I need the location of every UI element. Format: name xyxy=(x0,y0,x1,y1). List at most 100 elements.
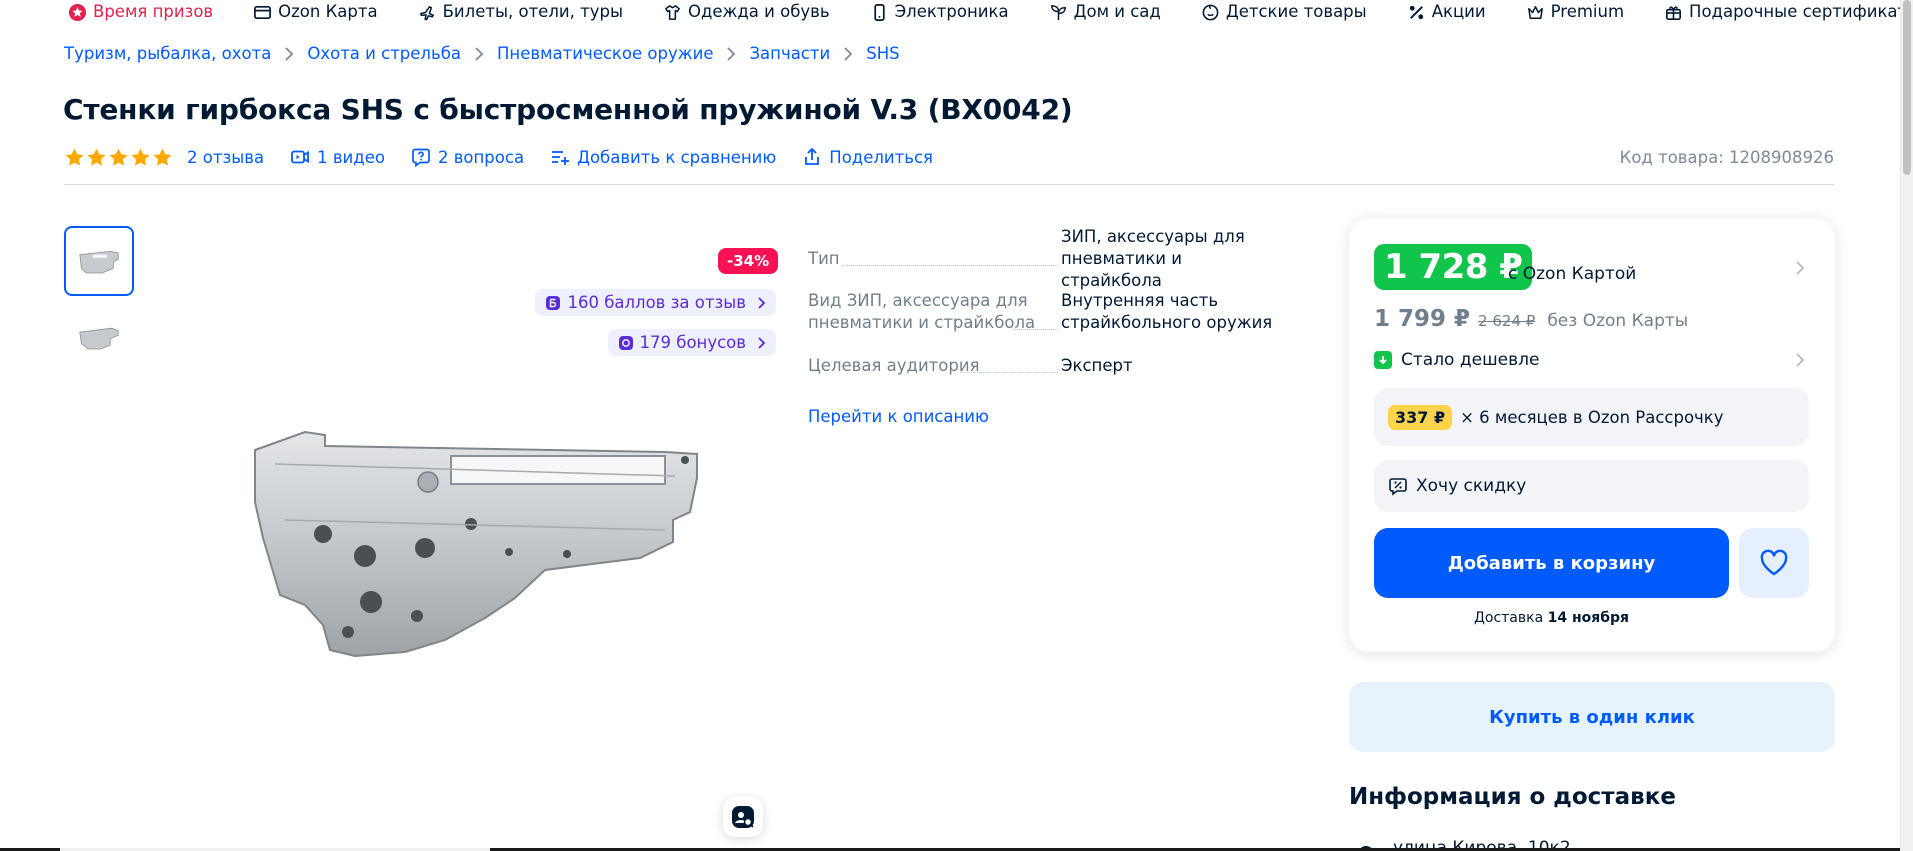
add-to-cart-button[interactable]: Добавить в корзину xyxy=(1374,528,1729,598)
breadcrumb: Туризм, рыбалка, охота Охота и стрельба … xyxy=(64,44,900,63)
price-dropped-row[interactable]: Стало дешевле xyxy=(1374,350,1539,370)
spec-value: ЗИП, аксессуары для пневматики и страйкб… xyxy=(1061,227,1245,290)
nav-item-label: Premium xyxy=(1550,2,1625,21)
spec-key: Тип xyxy=(808,249,840,268)
price-dropped-label: Стало дешевле xyxy=(1401,350,1540,370)
nav-item-travel[interactable]: Билеты, отели, туры xyxy=(418,0,623,24)
thumbnail-1[interactable] xyxy=(64,226,134,296)
top-category-nav: Время призов Ozon Карта Билеты, отели, т… xyxy=(0,0,1913,24)
installment-offer[interactable]: 337 ₽ × 6 месяцев в Ozon Рассрочку xyxy=(1374,388,1809,446)
arrow-down-icon xyxy=(1374,351,1392,369)
crown-icon xyxy=(1527,5,1543,19)
reviews-link[interactable]: 2 отзыва xyxy=(187,148,264,167)
chevron-right-icon xyxy=(283,46,295,61)
nav-item-label: Билеты, отели, туры xyxy=(442,2,623,21)
percent-icon xyxy=(1409,5,1423,19)
compare-label: Добавить к сравнению xyxy=(577,147,777,167)
regular-price: 1 799 ₽ xyxy=(1374,306,1471,332)
go-to-description-link[interactable]: Перейти к описанию xyxy=(808,407,989,426)
page-scrollbar[interactable] xyxy=(1900,0,1913,851)
price-card: 1 728 ₽ с Ozon Картой 1 799 ₽ 2 624 ₽ бе… xyxy=(1349,218,1835,652)
nav-item-label: Подарочные сертификаты xyxy=(1689,2,1913,21)
installment-text: × 6 месяцев в Ozon Рассрочку xyxy=(1460,407,1724,427)
buy-one-click-button[interactable]: Купить в один клик xyxy=(1349,682,1835,752)
nav-item-kids[interactable]: Детские товары xyxy=(1201,0,1367,24)
baby-icon xyxy=(1202,4,1219,20)
discount-icon xyxy=(1389,478,1407,496)
product-main-image[interactable] xyxy=(245,420,705,680)
delivery-info-title: Информация о доставке xyxy=(1349,784,1676,810)
nav-item-label: Ozon Карта xyxy=(278,2,378,21)
card-price-label: с Ozon Картой xyxy=(1508,264,1637,284)
nav-item-home-garden[interactable]: Дом и сад xyxy=(1049,0,1161,24)
breadcrumb-item[interactable]: Охота и стрельба xyxy=(307,44,461,63)
spec-value: Эксперт xyxy=(1061,356,1133,375)
compare-icon xyxy=(552,151,570,165)
nav-item-clothes[interactable]: Одежда и обувь xyxy=(663,0,830,24)
want-discount-label: Хочу скидку xyxy=(1416,476,1527,496)
prize-icon xyxy=(68,3,87,21)
nav-item-sales[interactable]: Акции xyxy=(1407,0,1486,24)
regular-price-label: без Ozon Карты xyxy=(1547,311,1689,331)
star-icon xyxy=(153,148,172,166)
image-search-button[interactable] xyxy=(723,797,763,837)
nav-item-premium[interactable]: Premium xyxy=(1526,0,1624,24)
breadcrumb-item[interactable]: Запчасти xyxy=(749,44,830,63)
rating-stars[interactable] xyxy=(64,147,173,168)
bonuses-chip[interactable]: 179 бонусов xyxy=(607,329,776,356)
thumbnail-2[interactable] xyxy=(64,302,134,372)
chevron-right-icon xyxy=(758,296,766,309)
spec-value: Внутренняя часть страйкбольного оружия xyxy=(1061,291,1273,332)
star-icon xyxy=(65,148,84,166)
review-points-label: 160 баллов за отзыв xyxy=(567,293,746,312)
product-thumbnail-image xyxy=(79,250,119,274)
videos-link[interactable]: 1 видео xyxy=(290,147,385,167)
scrollbar-thumb[interactable] xyxy=(1903,0,1911,175)
spec-dots xyxy=(960,372,1058,373)
bonus-icon xyxy=(618,335,633,350)
compare-button[interactable]: Добавить к сравнению xyxy=(550,147,776,167)
breadcrumb-item[interactable]: Туризм, рыбалка, охота xyxy=(64,44,271,63)
nav-item-gift-cards[interactable]: Подарочные сертификаты xyxy=(1664,0,1913,24)
heart-icon xyxy=(1760,549,1788,576)
questions-label: 2 вопроса xyxy=(437,147,525,167)
nav-item-label: Акции xyxy=(1431,2,1486,21)
share-label: Поделиться xyxy=(829,147,933,167)
nav-item-label: Электроника xyxy=(894,2,1009,21)
nav-item-label: Одежда и обувь xyxy=(687,2,830,21)
chevron-right-icon xyxy=(758,336,766,349)
videos-label: 1 видео xyxy=(317,147,385,167)
spec-dots xyxy=(1013,329,1058,330)
product-thumbnail-image xyxy=(79,327,119,350)
product-meta-row: 2 отзыва 1 видео 2 вопроса Добавить к ср… xyxy=(64,145,1834,169)
nav-item-prize-time[interactable]: Время призов xyxy=(68,0,213,24)
review-points-chip[interactable]: 160 баллов за отзыв xyxy=(535,289,776,316)
want-discount-button[interactable]: Хочу скидку xyxy=(1374,460,1809,512)
chevron-right-icon[interactable] xyxy=(1795,260,1805,280)
chevron-right-icon xyxy=(473,46,485,61)
chevron-right-icon[interactable] xyxy=(1795,352,1805,372)
card-icon xyxy=(254,5,272,19)
clothes-icon xyxy=(665,4,680,20)
discount-badge: -34% xyxy=(718,248,779,274)
questions-link[interactable]: 2 вопроса xyxy=(411,147,524,167)
breadcrumb-item[interactable]: Пневматическое оружие xyxy=(497,44,713,63)
thumbnail-list xyxy=(64,226,134,378)
favorite-button[interactable] xyxy=(1739,528,1809,598)
question-icon xyxy=(412,148,430,167)
bonuses-label: 179 бонусов xyxy=(639,333,746,352)
chevron-right-icon xyxy=(725,46,737,61)
delivery-date-value: 14 ноября xyxy=(1547,610,1630,626)
breadcrumb-item[interactable]: SHS xyxy=(866,44,899,63)
nav-item-ozon-card[interactable]: Ozon Карта xyxy=(253,0,378,24)
nav-item-label: Детские товары xyxy=(1225,2,1367,21)
star-icon xyxy=(109,148,128,166)
spec-dots xyxy=(842,265,1058,266)
divider xyxy=(64,184,1834,185)
nav-item-electronics[interactable]: Электроника xyxy=(870,0,1009,24)
share-button[interactable]: Поделиться xyxy=(802,147,933,167)
video-icon xyxy=(291,150,309,164)
product-sku[interactable]: Код товара: 1208908926 xyxy=(1620,148,1834,167)
nav-item-label: Время призов xyxy=(93,2,214,21)
old-price: 2 624 ₽ xyxy=(1478,312,1536,330)
